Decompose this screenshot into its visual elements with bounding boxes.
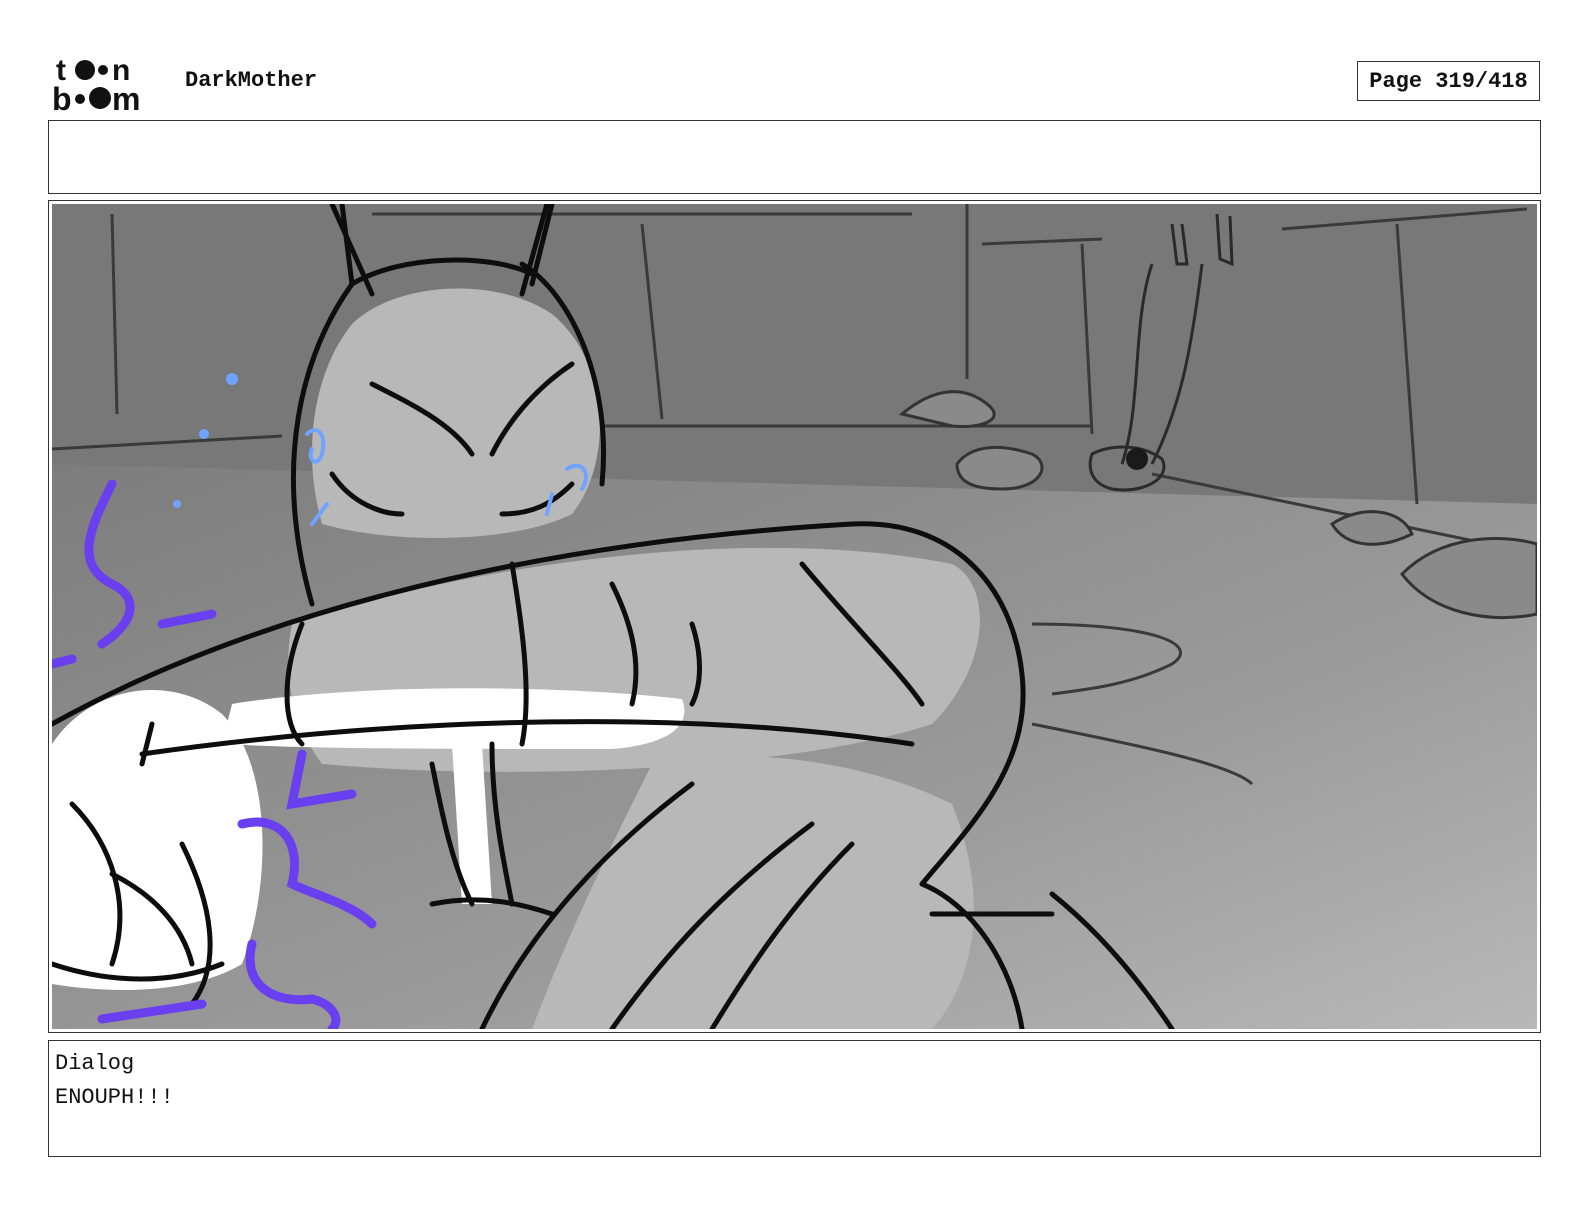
page-indicator: Page 319/418	[1357, 61, 1540, 101]
page-label: Page 319/418	[1369, 68, 1528, 94]
dialog-box: Dialog ENOUPH!!!	[48, 1040, 1541, 1157]
dialog-label: Dialog	[55, 1051, 135, 1076]
storyboard-panel-image	[52, 204, 1537, 1029]
notes-box	[48, 120, 1541, 194]
svg-text:b: b	[52, 81, 72, 112]
toon-boom-logo: t n b m	[52, 52, 164, 117]
dialog-text: ENOUPH!!!	[55, 1085, 174, 1110]
project-title: DarkMother	[185, 68, 318, 93]
svg-text:m: m	[112, 81, 140, 112]
